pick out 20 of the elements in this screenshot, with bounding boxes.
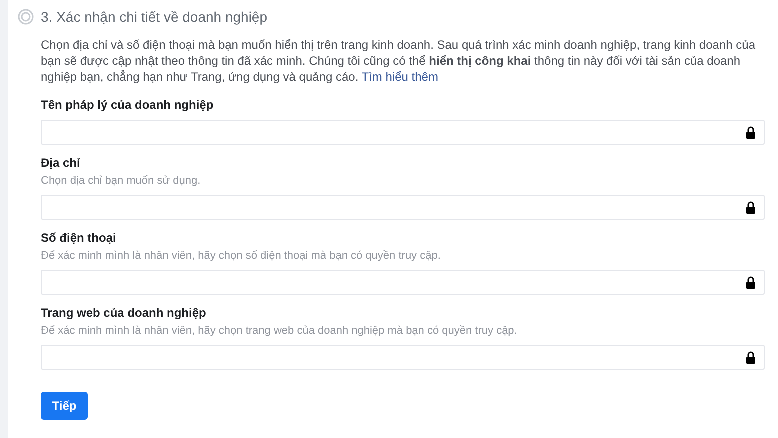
input-field[interactable] bbox=[41, 270, 765, 295]
field-hint: Chọn địa chỉ bạn muốn sử dụng. bbox=[41, 174, 202, 188]
field-hint: Để xác minh mình là nhân viên, hãy chọn số điện thoại mà bạn có quyền truy cập. bbox=[41, 249, 442, 263]
input-field[interactable] bbox=[41, 120, 765, 145]
field-label: Số điện thoại bbox=[41, 230, 118, 246]
input-field[interactable] bbox=[41, 345, 765, 370]
lock-icon bbox=[746, 126, 756, 139]
learn-more-link[interactable]: Tìm hiểu thêm bbox=[362, 70, 438, 84]
next-button[interactable]: Tiếp bbox=[41, 392, 88, 420]
step-radio-icon bbox=[18, 9, 34, 25]
lock-icon bbox=[746, 201, 756, 214]
intro-paragraph: Chọn địa chỉ và số điện thoại mà bạn muốn hiển thị trên trang kinh doanh. Sau quá trình xác minh doanh nghiệp, trang kinh doanh của bạn sẽ được cập nhật theo thông tin đã xác minh. Chúng tôi cũng có thể hiển thị công khai thông tin này đối với tài sản của doanh nghiệp bạn, chẳng hạn như Trang, ứng dụng và quảng cáo. Tìm hiểu thêm bbox=[41, 37, 756, 85]
field-hint: Để xác minh mình là nhân viên, hãy chọn trang web của doanh nghiệp mà bạn có quyền truy cập. bbox=[41, 324, 518, 338]
step-title: 3. Xác nhận chi tiết về doanh nghiệp bbox=[41, 8, 268, 27]
input-field[interactable] bbox=[41, 195, 765, 220]
lock-icon bbox=[746, 351, 756, 364]
lock-icon bbox=[746, 276, 756, 289]
field-label: Trang web của doanh nghiệp bbox=[41, 305, 208, 321]
field-label: Địa chỉ bbox=[41, 155, 82, 171]
field-label: Tên pháp lý của doanh nghiệp bbox=[41, 97, 215, 113]
